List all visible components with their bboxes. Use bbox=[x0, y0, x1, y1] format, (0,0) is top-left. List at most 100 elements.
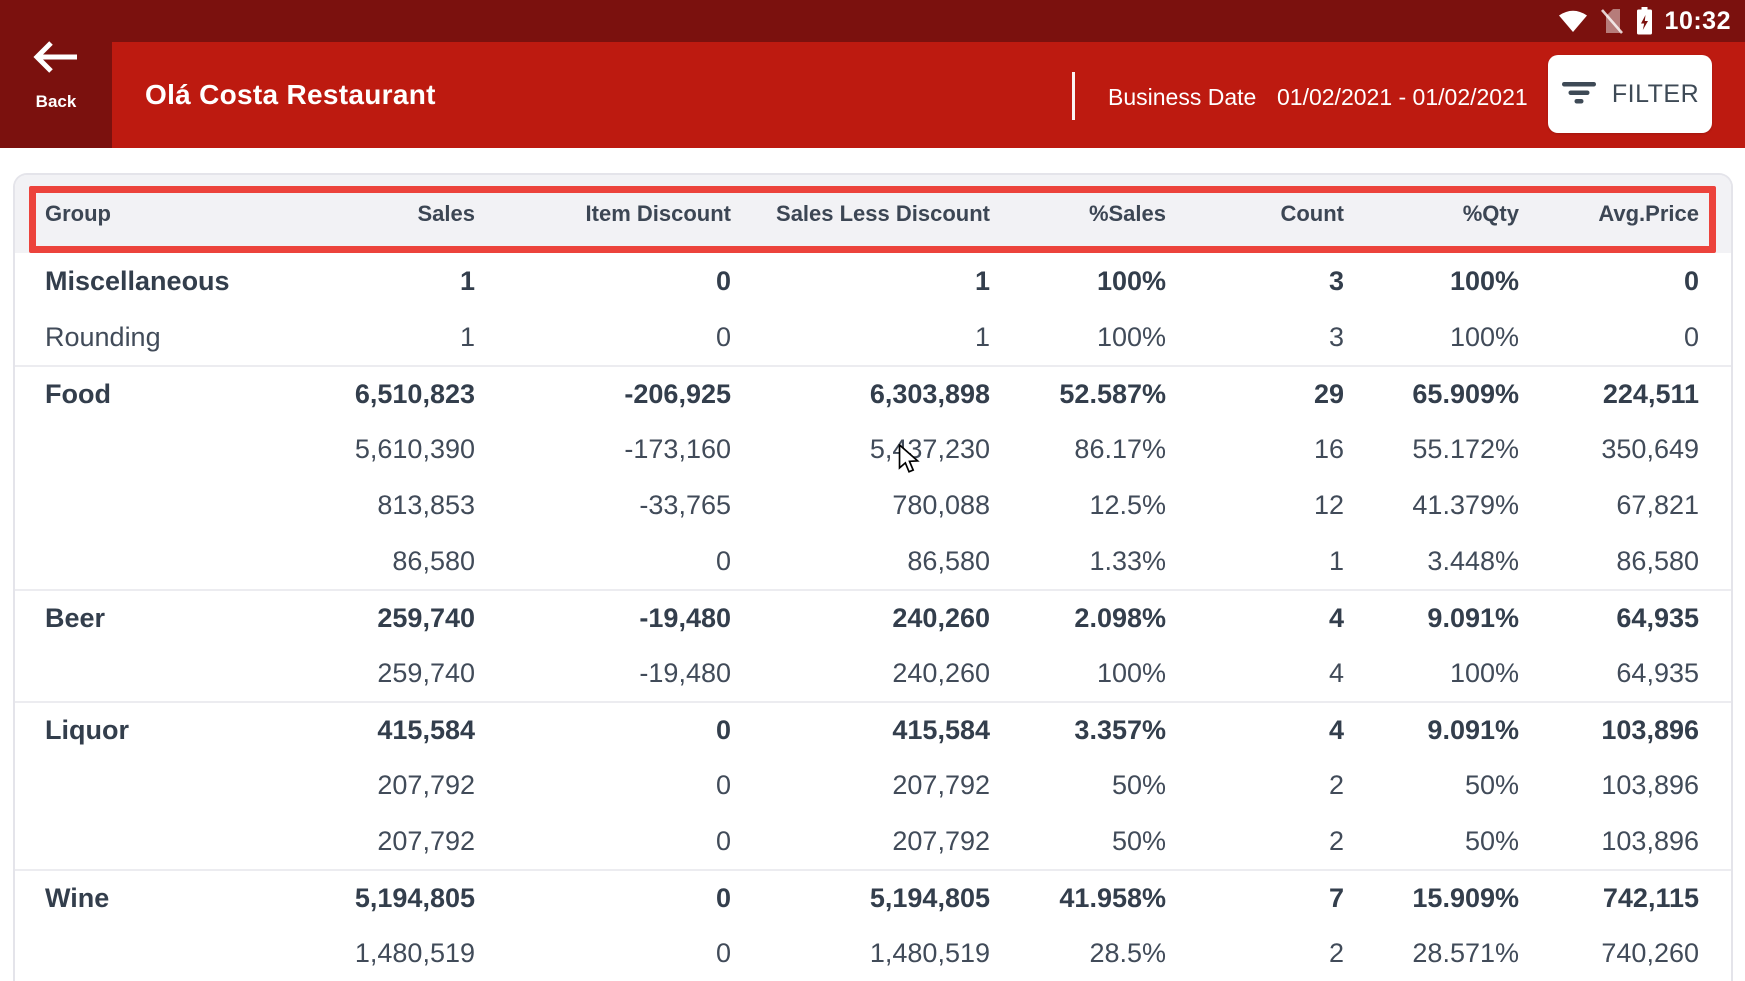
table-row[interactable]: Wine5,194,80505,194,80541.958%715.909%74… bbox=[15, 869, 1731, 925]
cell-sales: 207,792 bbox=[235, 826, 475, 857]
table-row[interactable]: 207,7920207,79250%250%103,896 bbox=[15, 813, 1731, 869]
cell-item_discount: -19,480 bbox=[475, 658, 731, 689]
column-header-count[interactable]: Count bbox=[1166, 201, 1344, 227]
sim-disabled-icon bbox=[1600, 8, 1624, 35]
cell-item_discount: -33,765 bbox=[475, 490, 731, 521]
cell-sales_less_discount: 780,088 bbox=[731, 490, 990, 521]
table-row[interactable]: Food6,510,823-206,9256,303,89852.587%296… bbox=[15, 365, 1731, 421]
cell-pct_sales: 3.357% bbox=[990, 715, 1166, 746]
cell-item_discount: -206,925 bbox=[475, 379, 731, 410]
cell-avg_price: 86,580 bbox=[1519, 546, 1699, 577]
cell-sales_less_discount: 6,303,898 bbox=[731, 379, 990, 410]
column-header-sales-less-discount[interactable]: Sales Less Discount bbox=[731, 201, 990, 227]
cell-group: Food bbox=[45, 379, 235, 410]
cell-group: Beer bbox=[45, 603, 235, 634]
back-button[interactable]: Back bbox=[0, 0, 112, 148]
column-header-pct-sales[interactable]: %Sales bbox=[990, 201, 1166, 227]
cell-pct_sales: 2.098% bbox=[990, 603, 1166, 634]
cell-sales: 259,740 bbox=[235, 658, 475, 689]
filter-button-label: FILTER bbox=[1612, 80, 1699, 109]
cell-item_discount: 0 bbox=[475, 826, 731, 857]
page-title: Olá Costa Restaurant bbox=[145, 42, 436, 148]
cell-pct_sales: 100% bbox=[990, 266, 1166, 297]
table-row[interactable]: 5,610,390-173,1605,437,23086.17%1655.172… bbox=[15, 421, 1731, 477]
cell-avg_price: 350,649 bbox=[1519, 434, 1699, 465]
cell-sales_less_discount: 207,792 bbox=[731, 826, 990, 857]
cell-item_discount: 0 bbox=[475, 938, 731, 969]
business-date-label: Business Date bbox=[1108, 84, 1256, 111]
cell-sales_less_discount: 207,792 bbox=[731, 770, 990, 801]
cell-item_discount: -19,480 bbox=[475, 603, 731, 634]
cell-group: Miscellaneous bbox=[45, 266, 235, 297]
cell-count: 12 bbox=[1166, 490, 1344, 521]
table-row[interactable]: 86,580086,5801.33%13.448%86,580 bbox=[15, 533, 1731, 589]
cell-avg_price: 0 bbox=[1519, 322, 1699, 353]
cell-item_discount: 0 bbox=[475, 883, 731, 914]
cell-count: 3 bbox=[1166, 322, 1344, 353]
sales-report-table: Group Sales Item Discount Sales Less Dis… bbox=[13, 173, 1733, 981]
cell-pct_sales: 100% bbox=[990, 658, 1166, 689]
cell-pct_qty: 50% bbox=[1344, 770, 1519, 801]
table-row[interactable]: 1,480,51901,480,51928.5%228.571%740,260 bbox=[15, 925, 1731, 981]
cell-sales: 813,853 bbox=[235, 490, 475, 521]
cell-pct_qty: 15.909% bbox=[1344, 883, 1519, 914]
table-row[interactable]: Miscellaneous101100%3100%0 bbox=[15, 253, 1731, 309]
cell-sales: 259,740 bbox=[235, 603, 475, 634]
cell-pct_sales: 86.17% bbox=[990, 434, 1166, 465]
cell-sales: 415,584 bbox=[235, 715, 475, 746]
cell-group: Wine bbox=[45, 883, 235, 914]
column-header-avg-price[interactable]: Avg.Price bbox=[1519, 201, 1699, 227]
cell-group: Rounding bbox=[45, 322, 235, 353]
cell-sales_less_discount: 415,584 bbox=[731, 715, 990, 746]
cell-sales: 5,610,390 bbox=[235, 434, 475, 465]
cell-sales_less_discount: 5,194,805 bbox=[731, 883, 990, 914]
cell-count: 3 bbox=[1166, 266, 1344, 297]
cell-count: 2 bbox=[1166, 826, 1344, 857]
back-button-label: Back bbox=[36, 92, 77, 112]
cell-pct_qty: 9.091% bbox=[1344, 603, 1519, 634]
header-divider bbox=[1072, 72, 1075, 120]
cell-avg_price: 103,896 bbox=[1519, 770, 1699, 801]
back-arrow-icon bbox=[30, 37, 82, 82]
cell-pct_sales: 41.958% bbox=[990, 883, 1166, 914]
cell-item_discount: 0 bbox=[475, 770, 731, 801]
cell-group: Liquor bbox=[45, 715, 235, 746]
table-row[interactable]: Beer259,740-19,480240,2602.098%49.091%64… bbox=[15, 589, 1731, 645]
battery-charging-icon bbox=[1636, 7, 1653, 35]
table-row[interactable]: Rounding101100%3100%0 bbox=[15, 309, 1731, 365]
cell-pct_qty: 100% bbox=[1344, 266, 1519, 297]
cell-sales_less_discount: 240,260 bbox=[731, 603, 990, 634]
cell-item_discount: 0 bbox=[475, 715, 731, 746]
cell-pct_qty: 50% bbox=[1344, 826, 1519, 857]
wifi-icon bbox=[1558, 10, 1588, 33]
business-date-range[interactable]: 01/02/2021 - 01/02/2021 bbox=[1277, 84, 1528, 111]
column-header-sales[interactable]: Sales bbox=[235, 201, 475, 227]
app-screen: 10:32 Back Olá Costa Restaurant Business… bbox=[0, 0, 1745, 981]
cell-item_discount: 0 bbox=[475, 266, 731, 297]
table-row[interactable]: Liquor415,5840415,5843.357%49.091%103,89… bbox=[15, 701, 1731, 757]
status-bar: 10:32 bbox=[0, 0, 1745, 42]
table-row[interactable]: 813,853-33,765780,08812.5%1241.379%67,82… bbox=[15, 477, 1731, 533]
column-header-item-discount[interactable]: Item Discount bbox=[475, 201, 731, 227]
cell-avg_price: 64,935 bbox=[1519, 603, 1699, 634]
cell-count: 2 bbox=[1166, 938, 1344, 969]
table-body: Miscellaneous101100%3100%0Rounding101100… bbox=[15, 253, 1731, 981]
cell-avg_price: 103,896 bbox=[1519, 826, 1699, 857]
cell-sales: 1 bbox=[235, 266, 475, 297]
cell-sales: 1,480,519 bbox=[235, 938, 475, 969]
cell-pct_qty: 55.172% bbox=[1344, 434, 1519, 465]
cell-pct_sales: 12.5% bbox=[990, 490, 1166, 521]
cell-count: 29 bbox=[1166, 379, 1344, 410]
cell-count: 4 bbox=[1166, 603, 1344, 634]
cell-sales: 5,194,805 bbox=[235, 883, 475, 914]
cell-count: 4 bbox=[1166, 715, 1344, 746]
table-row[interactable]: 259,740-19,480240,260100%4100%64,935 bbox=[15, 645, 1731, 701]
cell-sales_less_discount: 1 bbox=[731, 322, 990, 353]
filter-button[interactable]: FILTER bbox=[1548, 55, 1712, 133]
cell-sales: 86,580 bbox=[235, 546, 475, 577]
cell-sales: 207,792 bbox=[235, 770, 475, 801]
column-header-group[interactable]: Group bbox=[45, 201, 235, 227]
cell-count: 1 bbox=[1166, 546, 1344, 577]
table-row[interactable]: 207,7920207,79250%250%103,896 bbox=[15, 757, 1731, 813]
column-header-pct-qty[interactable]: %Qty bbox=[1344, 201, 1519, 227]
